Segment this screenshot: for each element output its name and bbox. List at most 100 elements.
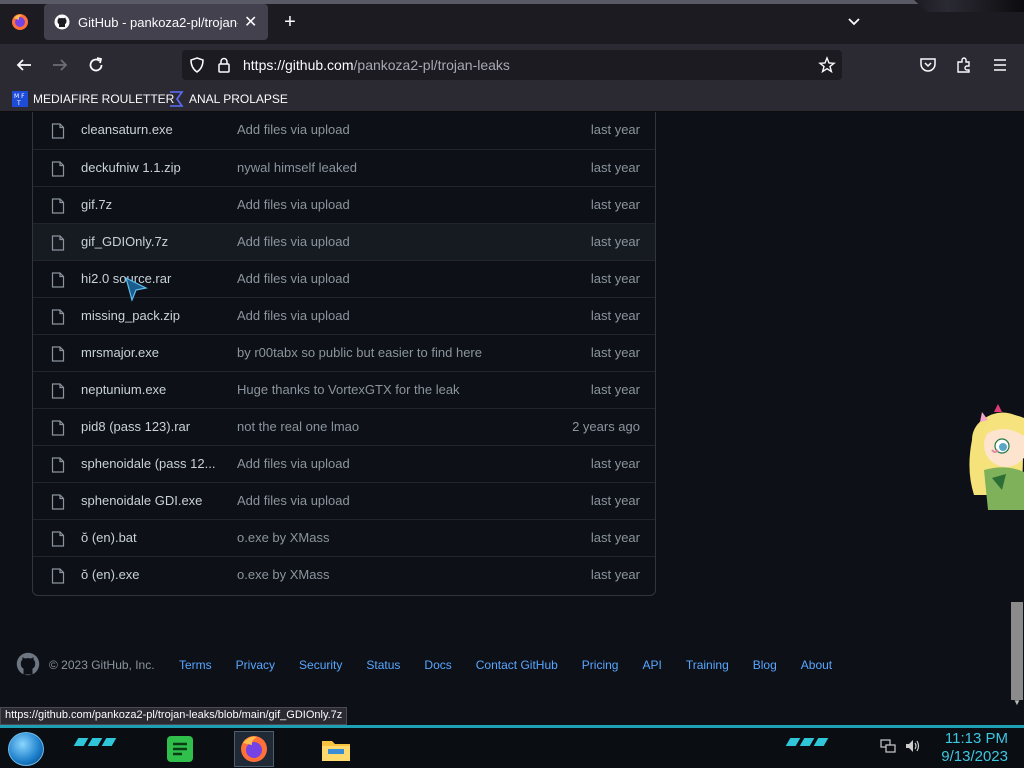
- puzzle-icon: [957, 57, 970, 73]
- commit-message-link[interactable]: not the real one lmao: [237, 419, 359, 434]
- back-button[interactable]: [10, 52, 38, 78]
- shield-icon[interactable]: [189, 57, 205, 73]
- footer-link-blog[interactable]: Blog: [753, 658, 777, 672]
- file-name-link[interactable]: pid8 (pass 123).rar: [81, 419, 221, 434]
- file-icon: [51, 457, 65, 473]
- github-logo-icon[interactable]: [16, 652, 40, 676]
- file-name-link[interactable]: sphenoidale GDI.exe: [81, 493, 221, 508]
- list-all-tabs-button[interactable]: [842, 11, 866, 33]
- file-row[interactable]: mrsmajor.exe by r00tabx so public but eas…: [33, 334, 655, 371]
- mouse-cursor-icon: [125, 276, 148, 302]
- star-bookmark-icon[interactable]: [818, 56, 836, 74]
- file-row[interactable]: ŏ (en).bat o.exe by XMass last year: [33, 519, 655, 556]
- commit-message-link[interactable]: nywal himself leaked: [237, 160, 357, 175]
- network-tray-icon[interactable]: [880, 738, 896, 759]
- bookmark-mediafire[interactable]: M F T MEDIAFIRE ROULETTER: [12, 89, 174, 109]
- volume-tray-icon[interactable]: [904, 738, 922, 759]
- scrollbar-thumb[interactable]: [1011, 602, 1023, 700]
- footer-link-about[interactable]: About: [801, 658, 832, 672]
- file-name-link[interactable]: cleansaturn.exe: [81, 122, 221, 137]
- file-row[interactable]: deckufniw 1.1.zip nywal himself leaked las…: [33, 149, 655, 186]
- file-name-link[interactable]: ŏ (en).exe: [81, 567, 221, 582]
- commit-message-link[interactable]: Add files via upload: [237, 197, 350, 212]
- address-bar[interactable]: https://github.com/pankoza2-pl/trojan-le…: [182, 50, 842, 80]
- file-row[interactable]: missing_pack.zip Add files via upload last…: [33, 297, 655, 334]
- file-name-link[interactable]: mrsmajor.exe: [81, 345, 221, 360]
- hamburger-menu-icon: [994, 59, 1006, 71]
- file-row[interactable]: gif_GDIOnly.7z Add files via upload last y…: [33, 223, 655, 260]
- file-row[interactable]: pid8 (pass 123).rar not the real one lmao…: [33, 408, 655, 445]
- commit-message-link[interactable]: Huge thanks to VortexGTX for the leak: [237, 382, 460, 397]
- file-row[interactable]: sphenoidale GDI.exe Add files via upload l…: [33, 482, 655, 519]
- commit-message-link[interactable]: Add files via upload: [237, 234, 350, 249]
- commit-message-link[interactable]: o.exe by XMass: [237, 567, 330, 582]
- commit-message-link[interactable]: Add files via upload: [237, 456, 350, 471]
- file-row[interactable]: ŏ (en).exe o.exe by XMass last year: [33, 556, 655, 593]
- commit-message-link[interactable]: Add files via upload: [237, 308, 350, 323]
- footer-link-contact-github[interactable]: Contact GitHub: [476, 658, 558, 672]
- file-row[interactable]: cleansaturn.exe Add files via upload last …: [33, 112, 655, 149]
- forward-button[interactable]: [46, 52, 74, 78]
- commit-message-link[interactable]: Add files via upload: [237, 271, 350, 286]
- footer-link-api[interactable]: API: [642, 658, 661, 672]
- file-name-link[interactable]: missing_pack.zip: [81, 308, 221, 323]
- firefox-icon: [12, 14, 28, 30]
- commit-date: 2 years ago: [572, 419, 640, 434]
- file-name-link[interactable]: gif.7z: [81, 197, 221, 212]
- extensions-button[interactable]: [950, 52, 978, 78]
- tab-close-icon[interactable]: ✕: [244, 12, 257, 32]
- lock-icon[interactable]: [217, 57, 231, 73]
- file-name-link[interactable]: sphenoidale (pass 12...: [81, 456, 221, 471]
- reload-button[interactable]: [82, 52, 110, 78]
- new-tab-button[interactable]: +: [278, 10, 302, 34]
- footer-link-privacy[interactable]: Privacy: [236, 658, 275, 672]
- footer-link-terms[interactable]: Terms: [179, 658, 212, 672]
- forward-arrow-icon: [53, 59, 68, 71]
- footer-link-pricing[interactable]: Pricing: [582, 658, 619, 672]
- footer-link-docs[interactable]: Docs: [424, 658, 451, 672]
- file-name-link[interactable]: neptunium.exe: [81, 382, 221, 397]
- taskbar-notes-app[interactable]: [160, 731, 200, 767]
- file-icon: [51, 494, 65, 510]
- file-icon: [51, 161, 65, 177]
- url-text[interactable]: https://github.com/pankoza2-pl/trojan-le…: [243, 57, 510, 73]
- pocket-icon: [920, 58, 936, 72]
- tab-title: GitHub - pankoza2-pl/trojan-leaks: [78, 14, 238, 30]
- commit-message-link[interactable]: Add files via upload: [237, 493, 350, 508]
- scroll-down-arrow-icon[interactable]: ▼: [1012, 698, 1022, 708]
- file-name-link[interactable]: ŏ (en).bat: [81, 530, 221, 545]
- file-row[interactable]: gif.7z Add files via upload last year: [33, 186, 655, 223]
- system-clock[interactable]: 11:13 PM 9/13/2023: [941, 730, 1008, 766]
- footer-link-status[interactable]: Status: [366, 658, 400, 672]
- bookmark-second[interactable]: ANAL PROLAPSE: [168, 89, 288, 109]
- file-name-link[interactable]: hi2.0 source.rar: [81, 271, 221, 286]
- url-path: /pankoza2-pl/trojan-leaks: [353, 57, 510, 73]
- footer-link-training[interactable]: Training: [686, 658, 729, 672]
- taskbar-firefox-app[interactable]: [234, 731, 274, 767]
- file-list: cleansaturn.exe Add files via upload last …: [32, 112, 656, 596]
- menu-button[interactable]: [986, 52, 1014, 78]
- commit-message-link[interactable]: by r00tabx so public but easier to find …: [237, 345, 482, 360]
- commit-message-link[interactable]: o.exe by XMass: [237, 530, 330, 545]
- commit-date: last year: [590, 493, 640, 508]
- file-icon: [51, 235, 65, 251]
- start-button[interactable]: [8, 732, 44, 766]
- clock-time: 11:13 PM: [944, 730, 1008, 747]
- taskbar-decoration-left: [73, 738, 117, 752]
- svg-text:T: T: [16, 100, 21, 107]
- commit-date: last year: [590, 160, 640, 175]
- folder-icon: [322, 741, 350, 761]
- footer-link-security[interactable]: Security: [299, 658, 342, 672]
- file-name-link[interactable]: gif_GDIOnly.7z: [81, 234, 221, 249]
- firefox-view-button[interactable]: [6, 11, 34, 33]
- file-name-link[interactable]: deckufniw 1.1.zip: [81, 160, 221, 175]
- taskbar-file-explorer-app[interactable]: [316, 731, 356, 767]
- tab-github[interactable]: GitHub - pankoza2-pl/trojan-leaks ✕: [44, 4, 268, 40]
- file-row[interactable]: neptunium.exe Huge thanks to VortexGTX fo…: [33, 371, 655, 408]
- page-content: cleansaturn.exe Add files via upload last …: [0, 112, 1010, 708]
- file-icon: [51, 346, 65, 362]
- commit-message-link[interactable]: Add files via upload: [237, 122, 350, 137]
- file-row[interactable]: sphenoidale (pass 12... Add files via upl…: [33, 445, 655, 482]
- footer-links: Terms Privacy Security Status Docs Contact Gi…: [179, 658, 856, 672]
- pocket-button[interactable]: [914, 52, 942, 78]
